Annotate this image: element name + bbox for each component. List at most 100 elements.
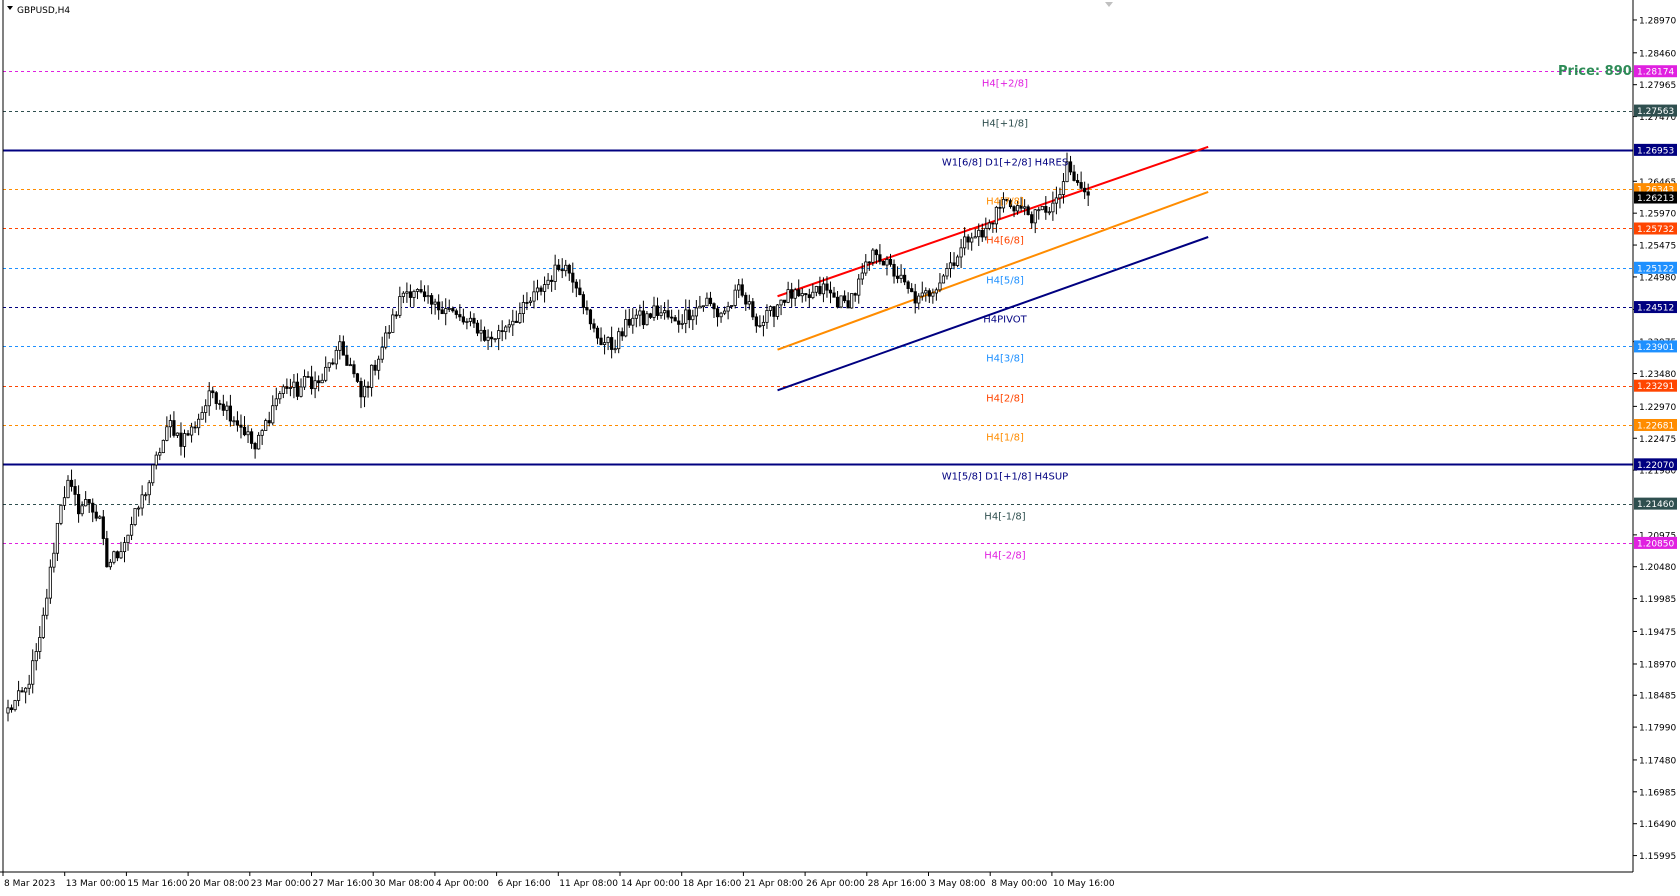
y-tick-label-5: 1.25970: [1639, 210, 1676, 220]
candle-body: [278, 393, 282, 400]
candle-body: [41, 614, 45, 638]
candle-body: [687, 309, 691, 321]
candle-body: [610, 337, 614, 350]
candle-body: [783, 299, 787, 303]
candle-body: [91, 502, 95, 513]
chart-window[interactable]: H4[+2/8] H4[+1/8] W1[6/8] D1[+2/8] H4RES H4…: [0, 0, 1680, 892]
candle-body: [560, 269, 564, 272]
symbol-header[interactable]: GBPUSD,H4: [7, 6, 70, 16]
y-tick-label-7: 1.24980: [1639, 273, 1676, 283]
candle-body: [532, 291, 536, 302]
candle-body: [903, 274, 907, 283]
candle-body: [772, 306, 776, 317]
candle-body: [465, 321, 469, 323]
candle-body: [899, 274, 903, 279]
candle-body: [415, 289, 420, 292]
candle-body: [542, 284, 547, 292]
candle-body: [684, 309, 688, 324]
candle-body: [825, 283, 829, 291]
price-tag-label-8: 1.23291: [1637, 382, 1674, 392]
candle-body: [84, 499, 88, 507]
candle-body: [211, 390, 215, 394]
candle-body: [98, 516, 102, 519]
candle-body: [500, 330, 504, 333]
candle-body: [843, 295, 847, 302]
y-tick-label-11: 1.22970: [1639, 403, 1676, 413]
candle-body: [980, 229, 984, 238]
x-tick-label-6: 30 Mar 08:00: [374, 879, 434, 889]
candle-body: [913, 291, 917, 304]
candle-body: [719, 312, 723, 318]
candle-body: [906, 281, 910, 289]
candle-body: [528, 300, 533, 303]
candle-body: [924, 290, 928, 294]
candle-body: [691, 315, 695, 321]
x-tick-label-4: 23 Mar 00:00: [251, 879, 311, 889]
candle-body: [631, 317, 635, 326]
candle-body: [486, 336, 490, 341]
candle-body: [793, 289, 797, 299]
candle-body: [938, 282, 942, 291]
candle-body: [391, 314, 395, 333]
candle-body: [754, 316, 758, 327]
candle-body: [800, 293, 804, 297]
candle-body: [200, 412, 204, 420]
y-tick-label-16: 1.19985: [1639, 595, 1676, 605]
candle-body: [398, 296, 402, 316]
candle-body: [412, 290, 416, 298]
candle-body: [539, 287, 543, 292]
level-label-5: H4[5/8]: [986, 276, 1024, 287]
candle-body: [66, 479, 70, 499]
candle-body: [814, 286, 818, 293]
candle-body: [24, 687, 28, 693]
candle-body: [101, 516, 105, 539]
candle-body: [797, 289, 801, 297]
candle-body: [585, 307, 589, 311]
y-tick-label-12: 1.22475: [1639, 435, 1676, 445]
candle-body: [281, 386, 285, 394]
level-label-10: W1[5/8] D1[+1/8] H4SUP: [942, 472, 1068, 483]
candle-body: [105, 538, 109, 568]
y-tick-label-18: 1.18970: [1639, 660, 1676, 670]
candle-body: [38, 637, 42, 652]
candle-body: [94, 511, 98, 519]
candle-body: [606, 337, 610, 344]
candle-body: [451, 308, 455, 312]
price-chart[interactable]: H4[+2/8] H4[+1/8] W1[6/8] D1[+2/8] H4RES H4…: [0, 0, 1680, 892]
candle-body: [119, 551, 123, 559]
candle-body: [786, 289, 790, 303]
candle-body: [313, 380, 317, 390]
candle-body: [292, 381, 296, 388]
candle-body: [581, 294, 585, 308]
candle-body: [680, 322, 684, 325]
candle-body: [408, 291, 413, 298]
price-tag-label-10: 1.22070: [1637, 461, 1674, 471]
x-tick-label-9: 11 Apr 08:00: [559, 879, 618, 889]
candle-body: [218, 403, 222, 405]
candle-body: [140, 494, 144, 509]
candle-body: [348, 364, 353, 367]
level-label-4: H4[6/8]: [986, 236, 1024, 247]
x-tick-label-12: 21 Apr 08:00: [744, 879, 803, 889]
candle-body: [768, 306, 773, 311]
candle-body: [320, 379, 324, 384]
candle-body: [437, 301, 441, 311]
candle-body: [553, 264, 557, 282]
level-label-12: H4[-2/8]: [984, 551, 1025, 562]
price-tag-label-5: 1.25122: [1637, 264, 1674, 274]
candle-body: [338, 341, 342, 351]
candle-body: [730, 305, 734, 307]
candle-body: [588, 309, 593, 325]
candle-body: [715, 308, 720, 318]
candle-body: [673, 317, 677, 322]
price-tag-label-1: 1.27563: [1637, 107, 1674, 117]
candle-body: [55, 522, 60, 554]
candle-body: [493, 338, 497, 341]
candle-body: [959, 247, 963, 258]
candle-body: [126, 534, 130, 544]
level-label-2: W1[6/8] D1[+2/8] H4RES: [942, 158, 1068, 169]
candle-body: [260, 430, 264, 436]
candle-body: [1061, 181, 1066, 195]
candle-body: [225, 405, 229, 411]
candle-body: [920, 292, 924, 297]
